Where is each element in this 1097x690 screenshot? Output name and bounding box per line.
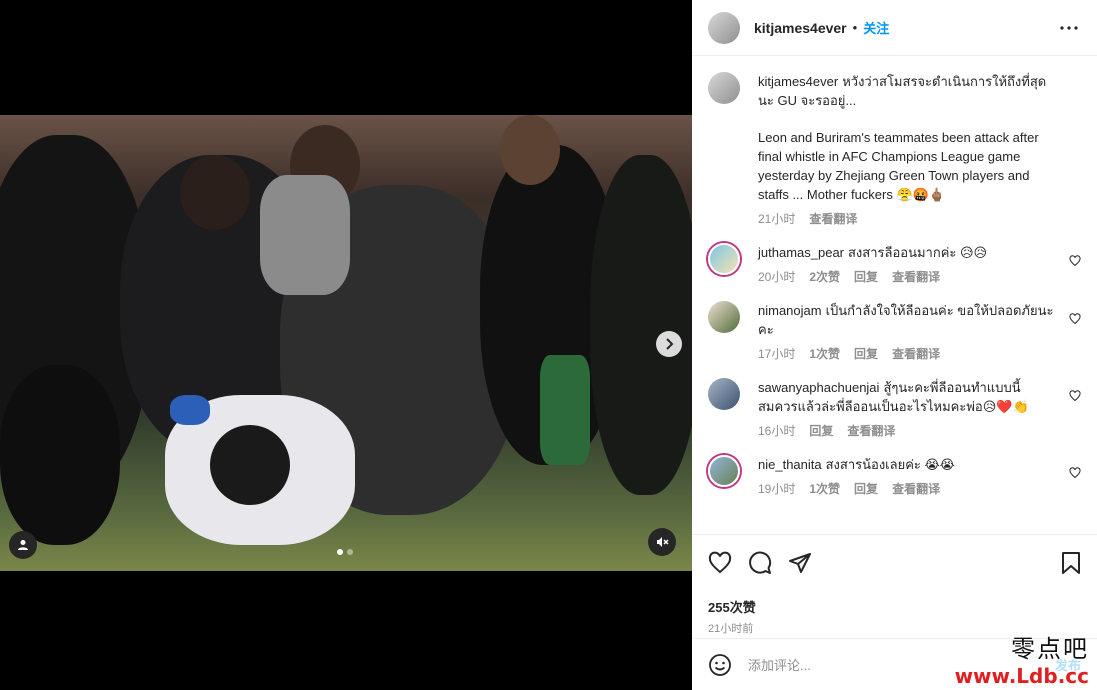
commenter-username[interactable]: nimanojam	[758, 303, 822, 318]
comment-time[interactable]: 17小时	[758, 345, 795, 362]
commenter-avatar[interactable]	[708, 301, 740, 333]
comments-list[interactable]: kitjames4ever หวังว่าสโมสรจะดำเนินการให้ถ…	[692, 56, 1097, 534]
tagged-users-button[interactable]	[9, 531, 37, 559]
more-options-button[interactable]	[1057, 16, 1081, 40]
translate-link[interactable]: 查看翻译	[809, 210, 857, 227]
share-send-icon[interactable]	[788, 551, 812, 575]
watermark-chinese: 零点吧	[1011, 635, 1089, 663]
commenter-avatar[interactable]	[708, 455, 740, 487]
caption-text: kitjames4ever หวังว่าสโมสรจะดำเนินการให้ถ…	[758, 72, 1057, 110]
commenter-username[interactable]: nie_thanita	[758, 457, 822, 472]
commenter-username[interactable]: juthamas_pear	[758, 245, 844, 260]
caption: kitjames4ever หวังว่าสโมสรจะดำเนินการให้ถ…	[708, 72, 1081, 227]
comment-likes[interactable]: 1次赞	[809, 345, 840, 362]
reply-button[interactable]: 回复	[854, 345, 878, 362]
comment-item: sawanyaphachuenjai สู้ๆนะคะพี่ลีออนทำแบบน…	[708, 378, 1081, 439]
reply-button[interactable]: 回复	[854, 268, 878, 285]
comment-text: สงสารลีออนมากค่ะ 😥😥	[848, 245, 988, 260]
carousel-indicator	[337, 549, 353, 555]
watermark: 零点吧 www.Ldb.cc	[955, 629, 1089, 688]
comment-time[interactable]: 16小时	[758, 422, 795, 439]
caption-username[interactable]: kitjames4ever	[758, 74, 838, 89]
comment-input[interactable]: 添加评论...	[748, 655, 811, 674]
translate-link[interactable]: 查看翻译	[847, 422, 895, 439]
follow-button[interactable]: 关注	[863, 18, 889, 37]
comment-item: nie_thanita สงสารน้องเลยค่ะ 😭😭 19小时 1次赞 回…	[708, 455, 1081, 497]
post-video[interactable]	[0, 115, 692, 571]
author-username[interactable]: kitjames4ever	[754, 20, 847, 36]
separator-dot: •	[852, 20, 858, 35]
speaker-muted-icon	[657, 537, 669, 547]
comment-bubble-icon[interactable]	[748, 551, 772, 575]
comment-likes[interactable]: 1次赞	[809, 480, 840, 497]
mute-button[interactable]	[648, 528, 676, 556]
caption-english-text: Leon and Buriram's teammates been attack…	[758, 130, 1039, 202]
carousel-dot	[347, 549, 353, 555]
carousel-dot	[337, 549, 343, 555]
comment-time[interactable]: 20小时	[758, 268, 795, 285]
commenter-username[interactable]: sawanyaphachuenjai	[758, 380, 879, 395]
like-comment-heart-icon[interactable]	[1069, 390, 1081, 402]
more-horizontal-icon	[1060, 25, 1078, 30]
post-detail-panel: kitjames4ever • 关注 kitjames4ever หวังว่าส…	[692, 0, 1097, 690]
comment-item: nimanojam เป็นกำลังใจให้ลีออนค่ะ ขอให้ปลอ…	[708, 301, 1081, 362]
author-avatar[interactable]	[708, 72, 740, 104]
post-header: kitjames4ever • 关注	[692, 0, 1097, 56]
translate-link[interactable]: 查看翻译	[892, 480, 940, 497]
comment-likes[interactable]: 2次赞	[809, 268, 840, 285]
comment-time[interactable]: 19小时	[758, 480, 795, 497]
next-slide-button[interactable]	[656, 331, 682, 357]
comment-item: juthamas_pear สงสารลีออนมากค่ะ 😥😥 20小时 2次…	[708, 243, 1081, 285]
commenter-avatar[interactable]	[708, 378, 740, 410]
like-comment-heart-icon[interactable]	[1069, 467, 1081, 479]
bookmark-icon[interactable]	[1061, 551, 1081, 575]
translate-link[interactable]: 查看翻译	[892, 268, 940, 285]
author-avatar[interactable]	[708, 11, 740, 44]
user-icon	[18, 540, 28, 550]
likes-count[interactable]: 255次赞	[708, 597, 1081, 616]
reply-button[interactable]: 回复	[854, 480, 878, 497]
like-comment-heart-icon[interactable]	[1069, 313, 1081, 325]
emoji-icon[interactable]	[708, 653, 732, 677]
post-actions: 255次赞 21小时前	[692, 534, 1097, 636]
like-heart-icon[interactable]	[708, 551, 732, 575]
commenter-avatar[interactable]	[708, 243, 740, 275]
media-viewer	[0, 0, 692, 690]
reply-button[interactable]: 回复	[809, 422, 833, 439]
comment-text: สงสารน้องเลยค่ะ 😭😭	[825, 457, 955, 472]
chevron-right-icon	[666, 338, 674, 350]
watermark-url: www.Ldb.cc	[954, 664, 1089, 688]
caption-time[interactable]: 21小时	[758, 210, 795, 227]
like-comment-heart-icon[interactable]	[1069, 255, 1081, 267]
translate-link[interactable]: 查看翻译	[892, 345, 940, 362]
